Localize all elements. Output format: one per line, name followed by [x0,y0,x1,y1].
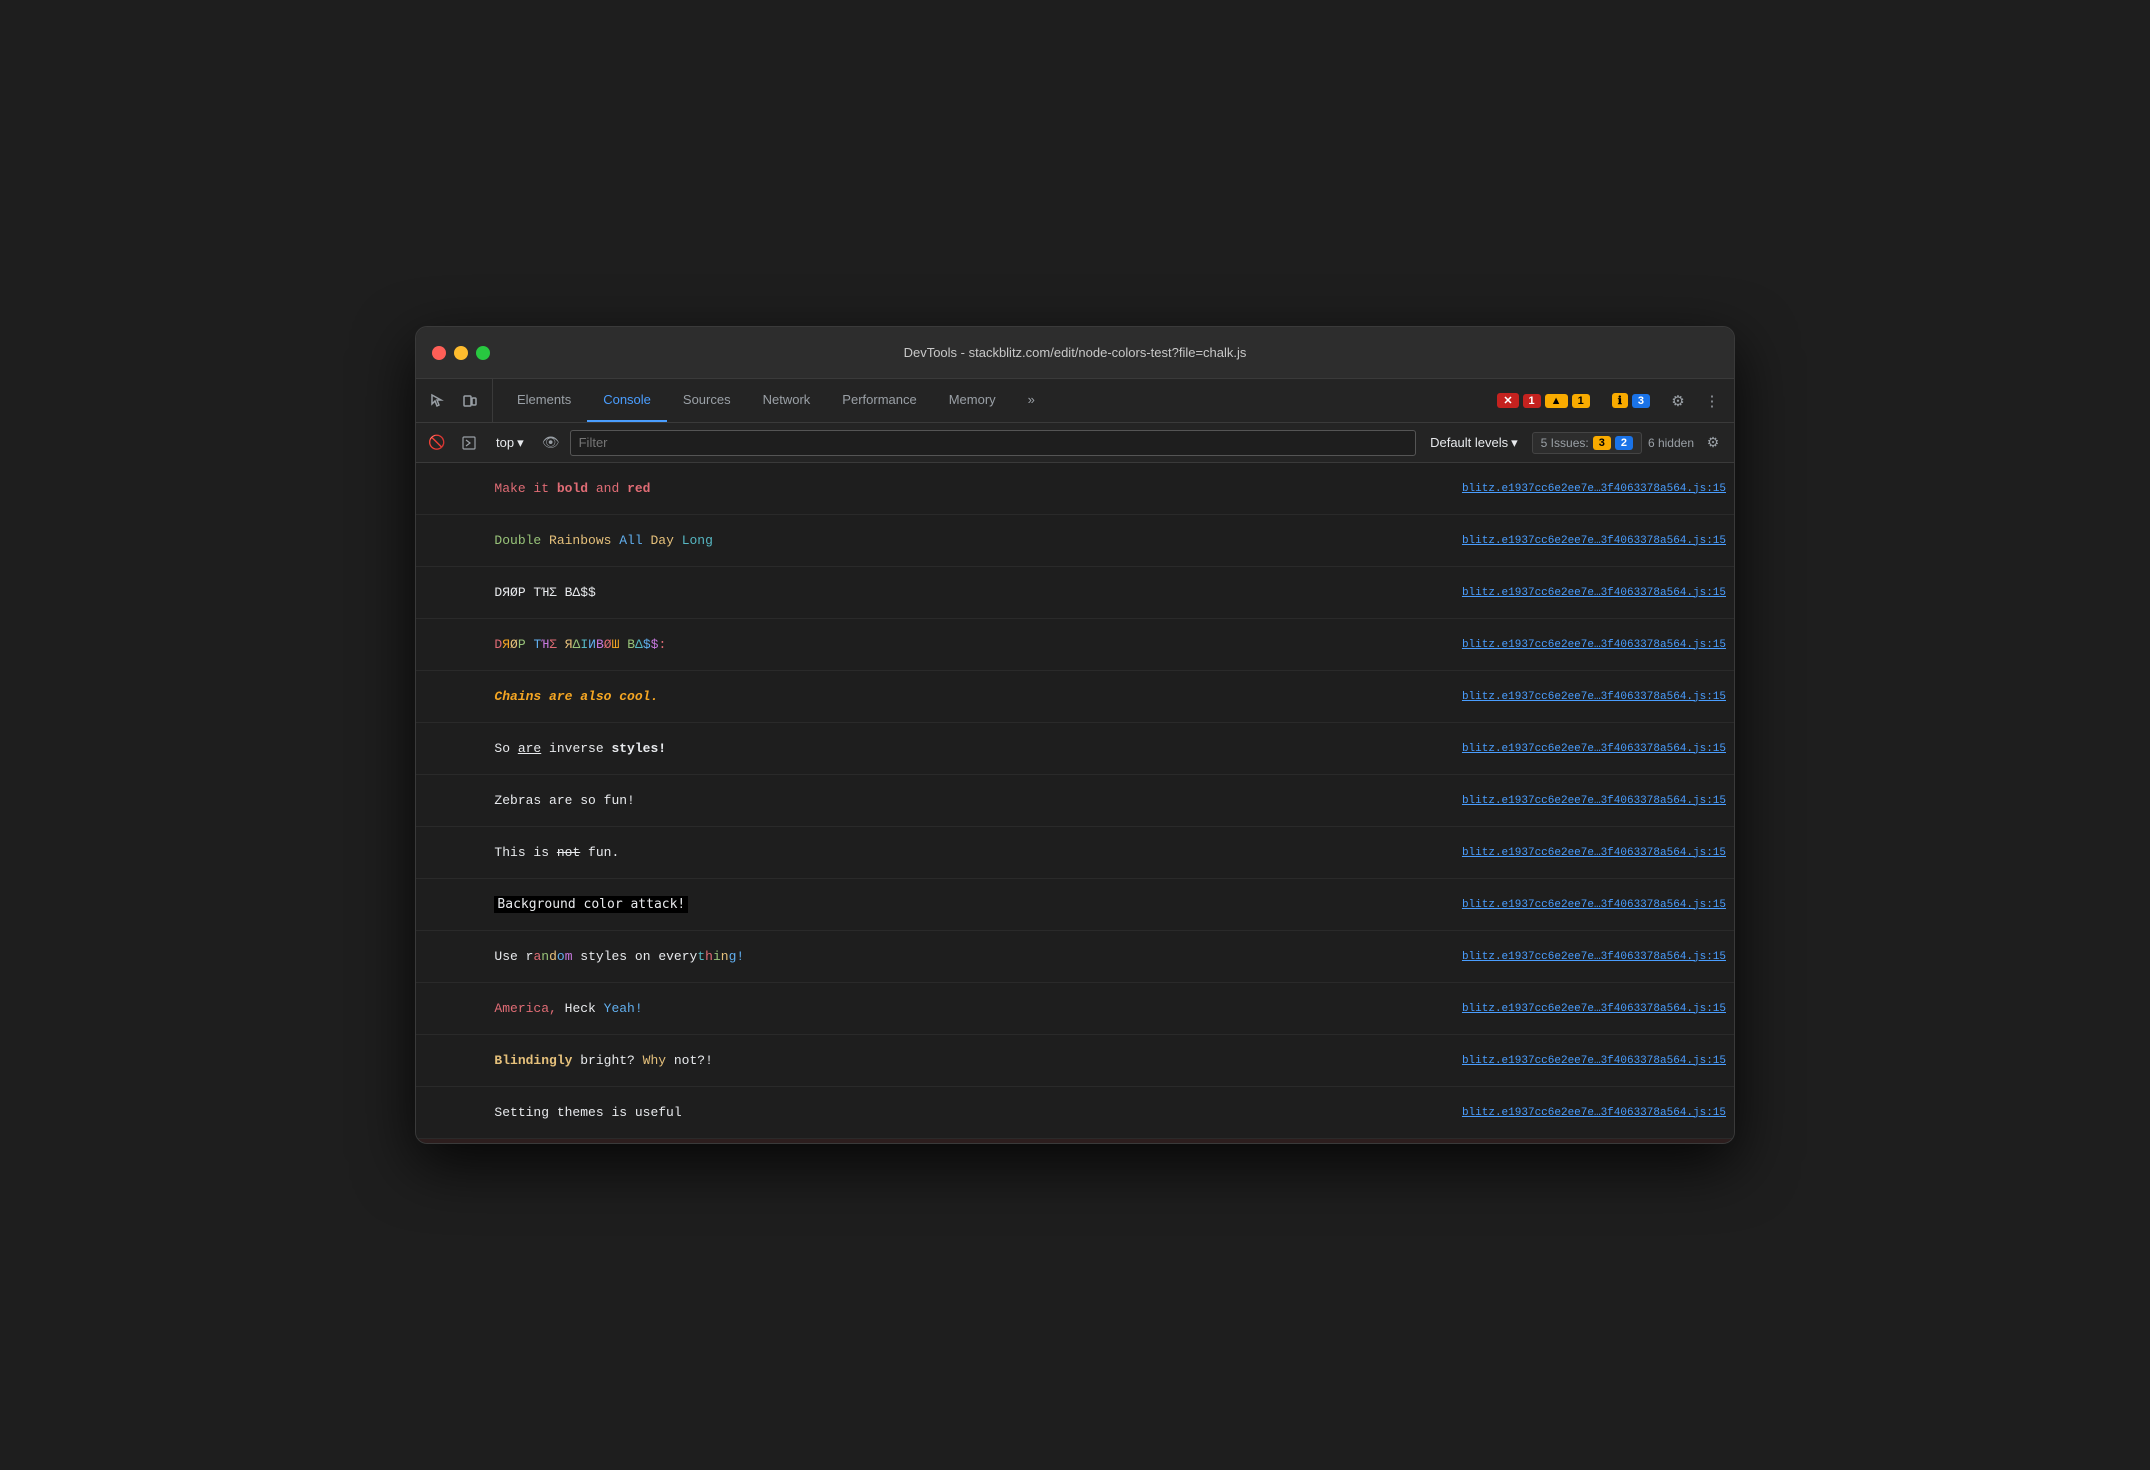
device-toolbar-button[interactable] [456,387,484,415]
traffic-lights [432,346,490,360]
tab-sources[interactable]: Sources [667,379,747,422]
console-source[interactable]: blitz.e1937cc6e2ee7e…3f4063378a564.js:15 [1462,847,1726,859]
tab-performance[interactable]: Performance [826,379,932,422]
maximize-button[interactable] [476,346,490,360]
title-bar: DevTools - stackblitz.com/edit/node-colo… [416,327,1734,379]
console-message: Chains are also cool. [432,674,1446,719]
console-source[interactable]: blitz.e1937cc6e2ee7e…3f4063378a564.js:15 [1462,899,1726,911]
more-options-button[interactable]: ⋮ [1698,387,1726,415]
console-row: DЯØP TΉΣ ΒΔ$$ blitz.e1937cc6e2ee7e…3f406… [416,567,1734,619]
console-row: Use random styles on everything! blitz.e… [416,931,1734,983]
console-message: Blindingly bright? Why not?! [432,1038,1446,1083]
console-message: DЯØP TΉΣ ΒΔ$$ [432,570,1446,615]
console-source[interactable]: blitz.e1937cc6e2ee7e…3f4063378a564.js:15 [1462,535,1726,547]
console-row: Zebras are so fun! blitz.e1937cc6e2ee7e…… [416,775,1734,827]
tab-right-tools: ✕ 1 ▲ 1 ℹ 3 ⚙ ⋮ [1489,379,1726,422]
console-settings-button[interactable]: ⚙ [1700,430,1726,456]
console-toolbar: 🚫 top ▾ 👁 Default levels ▾ 5 Issues: 3 2… [416,423,1734,463]
execute-script-button[interactable] [456,430,482,456]
context-dropdown[interactable]: top ▾ [488,432,532,454]
settings-button[interactable]: ⚙ [1664,387,1692,415]
console-message: Make it bold and red [432,466,1446,511]
console-row: America, Heck Yeah! blitz.e1937cc6e2ee7e… [416,983,1734,1035]
console-row: Blindingly bright? Why not?! blitz.e1937… [416,1035,1734,1087]
console-message: America, Heck Yeah! [432,986,1446,1031]
console-row: Make it bold and red blitz.e1937cc6e2ee7… [416,463,1734,515]
dropdown-arrow-icon: ▾ [517,435,524,451]
close-button[interactable] [432,346,446,360]
minimize-button[interactable] [454,346,468,360]
console-row: DЯØP TΉΣ ЯΔIИΒØШ ΒΔ$$: blitz.e1937cc6e2e… [416,619,1734,671]
console-row: This is not fun. blitz.e1937cc6e2ee7e…3f… [416,827,1734,879]
levels-arrow-icon: ▾ [1511,435,1518,451]
console-message: Setting themes is useful [432,1090,1446,1135]
console-source[interactable]: blitz.e1937cc6e2ee7e…3f4063378a564.js:15 [1462,951,1726,963]
clear-console-button[interactable]: 🚫 [424,430,450,456]
info-icon: ℹ [1612,393,1628,408]
console-message: This is not fun. [432,830,1446,875]
console-row: Double Rainbows All Day Long blitz.e1937… [416,515,1734,567]
console-row-error: this is an error blitz.e1937cc6e2ee7e…3f… [416,1139,1734,1143]
warning-icon: ▲ [1545,394,1568,408]
window-title: DevTools - stackblitz.com/edit/node-colo… [904,345,1247,360]
console-message: Double Rainbows All Day Long [432,518,1446,563]
issues-warning-count: 3 [1593,436,1611,450]
error-icon: ✕ [1497,393,1518,408]
console-message: this is an error [432,1142,1446,1143]
tab-more[interactable]: » [1012,379,1051,422]
console-source[interactable]: blitz.e1937cc6e2ee7e…3f4063378a564.js:15 [1462,795,1726,807]
console-row: So are inverse styles! blitz.e1937cc6e2e… [416,723,1734,775]
error-badge-button[interactable]: ✕ 1 ▲ 1 [1489,390,1597,411]
console-source[interactable]: blitz.e1937cc6e2ee7e…3f4063378a564.js:15 [1462,1107,1726,1119]
console-source[interactable]: blitz.e1937cc6e2ee7e…3f4063378a564.js:15 [1462,639,1726,651]
hidden-count: 6 hidden [1648,436,1694,450]
console-row: Background color attack! blitz.e1937cc6e… [416,879,1734,931]
tab-elements[interactable]: Elements [501,379,587,422]
console-row: Setting themes is useful blitz.e1937cc6e… [416,1087,1734,1139]
tab-left-tools [424,379,493,422]
console-message: Background color attack! [432,882,1446,927]
filter-toggle-button[interactable]: 👁 [538,430,564,456]
tabs: Elements Console Sources Network Perform… [501,379,1489,422]
tab-console[interactable]: Console [587,379,667,422]
console-source[interactable]: blitz.e1937cc6e2ee7e…3f4063378a564.js:15 [1462,1003,1726,1015]
default-levels-dropdown[interactable]: Default levels ▾ [1422,432,1526,454]
console-message: DЯØP TΉΣ ЯΔIИΒØШ ΒΔ$$: [432,622,1446,667]
console-message: So are inverse styles! [432,726,1446,771]
console-source[interactable]: blitz.e1937cc6e2ee7e…3f4063378a564.js:15 [1462,691,1726,703]
info-badge-button[interactable]: ℹ 3 [1604,390,1658,411]
devtools-window: DevTools - stackblitz.com/edit/node-colo… [415,326,1735,1144]
console-content[interactable]: Make it bold and red blitz.e1937cc6e2ee7… [416,463,1734,1143]
console-source[interactable]: blitz.e1937cc6e2ee7e…3f4063378a564.js:15 [1462,743,1726,755]
console-message: Use random styles on everything! [432,934,1446,979]
issues-badge[interactable]: 5 Issues: 3 2 [1532,432,1642,454]
tab-memory[interactable]: Memory [933,379,1012,422]
filter-input[interactable] [570,430,1416,456]
info-count: 3 [1632,394,1650,408]
console-message: Zebras are so fun! [432,778,1446,823]
console-source[interactable]: blitz.e1937cc6e2ee7e…3f4063378a564.js:15 [1462,1055,1726,1067]
inspect-element-button[interactable] [424,387,452,415]
warning-count: 1 [1572,394,1590,408]
issues-label: 5 Issues: [1541,436,1589,450]
tab-network[interactable]: Network [747,379,827,422]
error-count: 1 [1523,394,1541,408]
console-source[interactable]: blitz.e1937cc6e2ee7e…3f4063378a564.js:15 [1462,483,1726,495]
issues-info-count: 2 [1615,436,1633,450]
tab-bar: Elements Console Sources Network Perform… [416,379,1734,423]
console-source[interactable]: blitz.e1937cc6e2ee7e…3f4063378a564.js:15 [1462,587,1726,599]
console-row: Chains are also cool. blitz.e1937cc6e2ee… [416,671,1734,723]
